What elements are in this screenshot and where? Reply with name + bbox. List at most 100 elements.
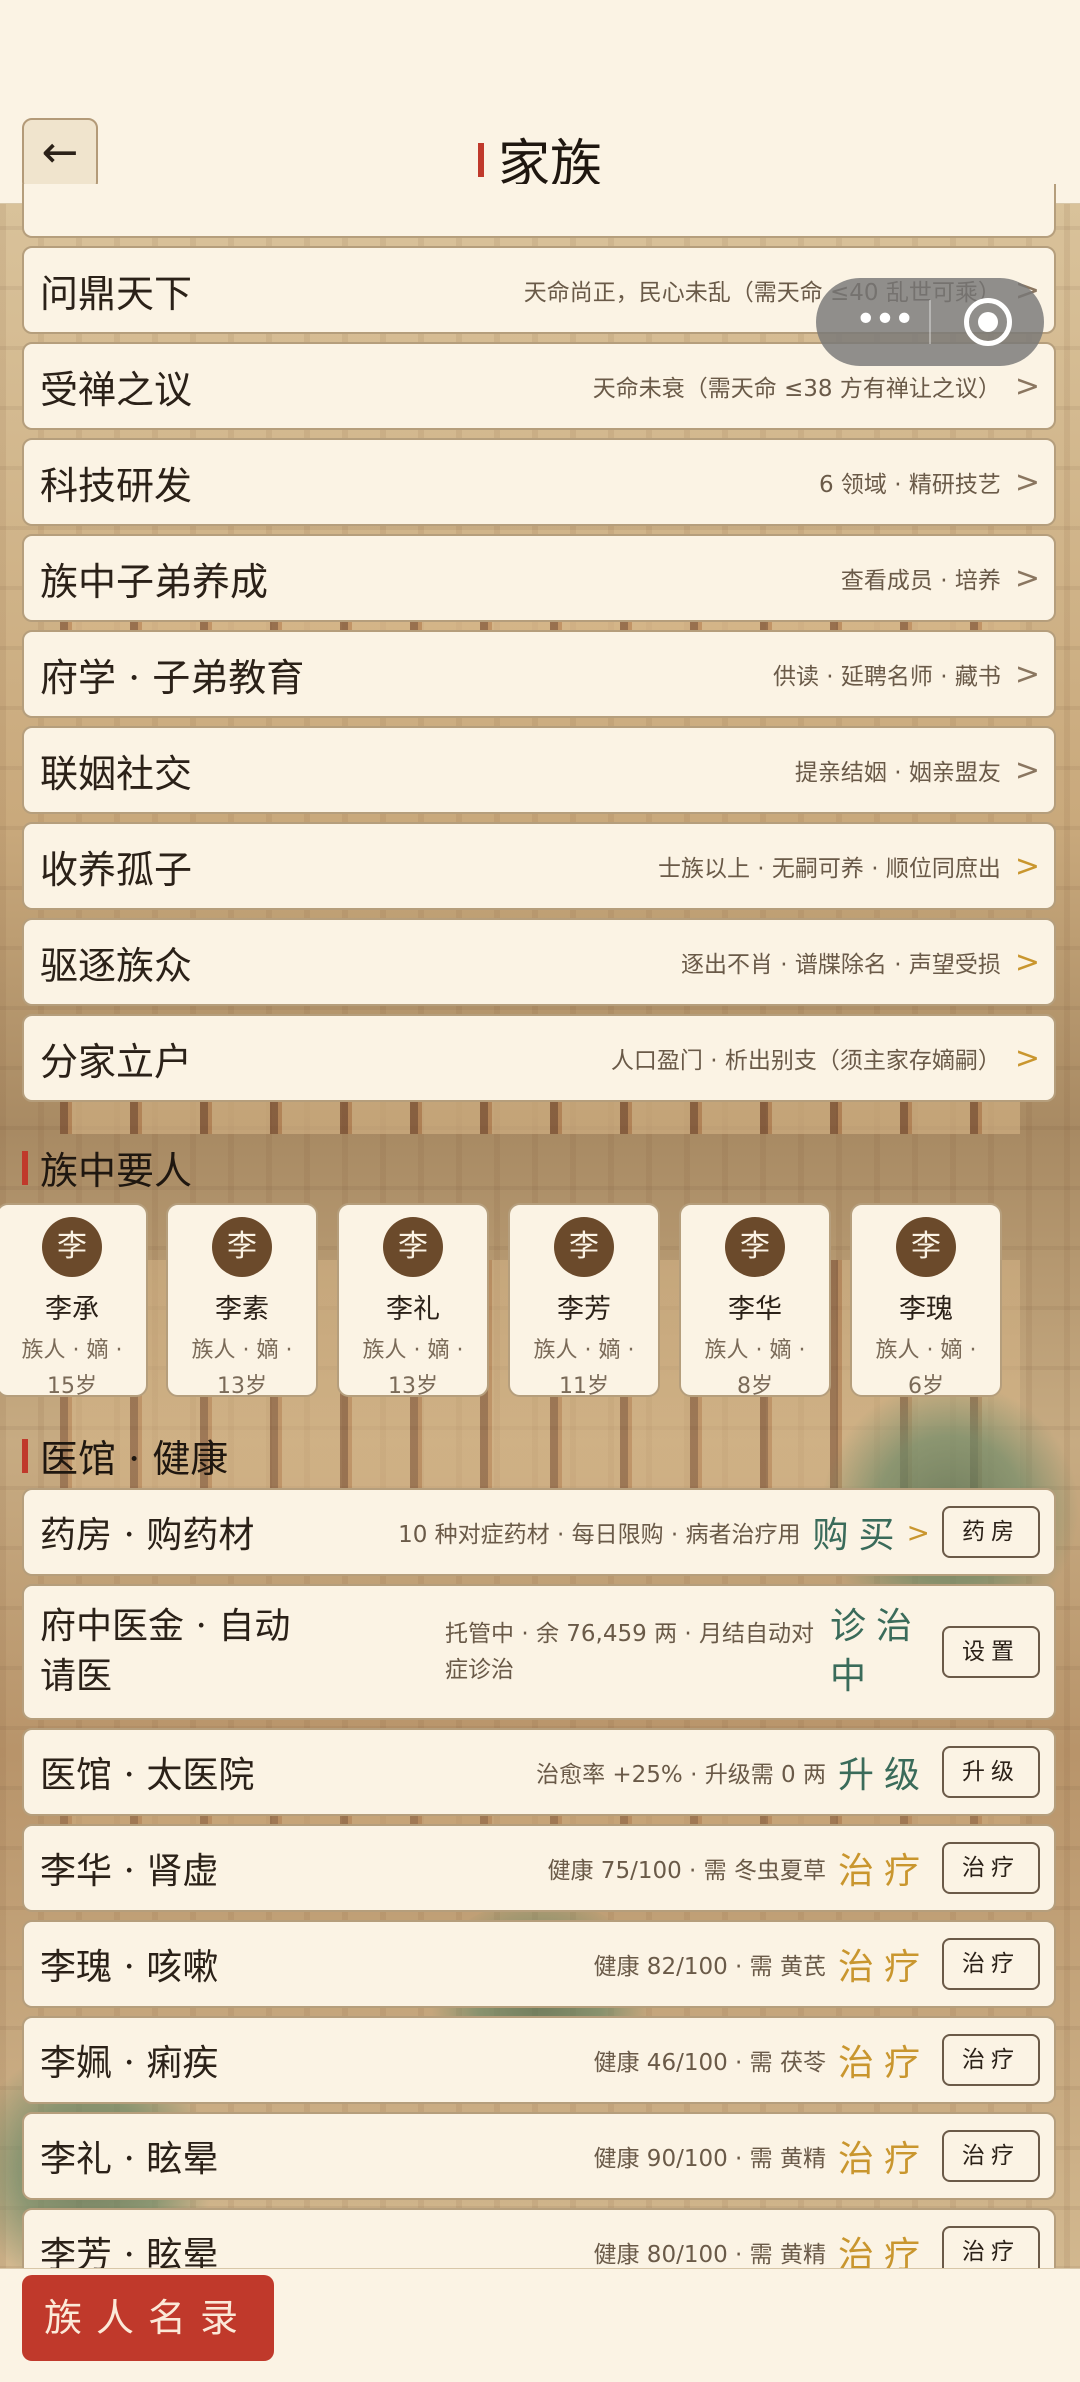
patient-row[interactable]: 李姵 · 痢疾 健康 46/100 · 需 茯苓 治疗 治疗 — [22, 2016, 1056, 2104]
member-age: 8岁 — [737, 1374, 773, 1397]
close-icon[interactable] — [964, 298, 1012, 346]
member-card[interactable]: 李李华族人 · 嫡 · 8岁 — [679, 1203, 831, 1397]
hospital-desc: 治愈率 +25% · 升级需 0 两 — [536, 1762, 826, 1788]
pharmacy-row[interactable]: 药房 · 购药材 10 种对症药材 · 每日限购 · 病者治疗用 购买 > 药房 — [22, 1488, 1056, 1576]
member-age: 15岁 — [47, 1374, 97, 1397]
member-card[interactable]: 李李素族人 · 嫡 · 13岁 — [166, 1203, 318, 1397]
treat-button[interactable]: 治疗 — [942, 1938, 1040, 1990]
treat-button[interactable]: 治疗 — [942, 1842, 1040, 1894]
member-name: 李芳 — [557, 1294, 611, 1325]
treat-button[interactable]: 治疗 — [942, 2034, 1040, 2086]
member-rank: 族人 · 嫡 · — [704, 1338, 806, 1363]
member-name: 李礼 — [386, 1294, 440, 1325]
menu-row-desc: 6 领域 · 精研技艺 — [818, 472, 1001, 498]
menu-row[interactable]: 联姻社交 提亲结姻 · 姻亲盟友 > — [22, 726, 1056, 814]
member-age: 13岁 — [217, 1374, 267, 1397]
member-name: 李素 — [215, 1294, 269, 1325]
roster-button[interactable]: 族人名录 — [22, 2275, 274, 2361]
medical-section-title: 医馆 · 健康 — [22, 1428, 228, 1483]
chevron-right-icon: > — [1014, 464, 1040, 500]
menu-row-name: 分家立户 — [40, 1039, 193, 1084]
miniprogram-capsule: ••• — [816, 278, 1044, 366]
menu-row-desc: 逐出不肖 · 谱牒除名 · 声望受损 — [680, 952, 1001, 978]
patient-desc: 健康 80/100 · 需 黄精 — [593, 2242, 826, 2268]
title-accent-bar — [477, 142, 484, 177]
menu-row[interactable]: 收养孤子 士族以上 · 无嗣可养 · 顺位同庶出 > — [22, 822, 1056, 910]
chevron-right-icon: > — [1014, 368, 1040, 404]
treat-button[interactable]: 治疗 — [942, 2130, 1040, 2182]
member-rank: 族人 · 嫡 · — [362, 1338, 464, 1363]
member-card[interactable]: 李李芳族人 · 嫡 · 11岁 — [508, 1203, 660, 1397]
menu-row-name: 族中子弟养成 — [40, 559, 269, 604]
doctor-name-line1: 府中医金 · 自动 — [40, 1606, 291, 1647]
menu-row-name: 府学 · 子弟教育 — [40, 655, 305, 700]
hospital-row[interactable]: 医馆 · 太医院 治愈率 +25% · 升级需 0 两 升级 升级 — [22, 1728, 1056, 1816]
chevron-right-icon: > — [1014, 656, 1040, 692]
chevron-right-icon: > — [1014, 560, 1040, 596]
patient-row[interactable]: 李瑰 · 咳嗽 健康 82/100 · 需 黄芪 治疗 治疗 — [22, 1920, 1056, 2008]
menu-row[interactable]: 驱逐族众 逐出不肖 · 谱牒除名 · 声望受损 > — [22, 918, 1056, 1006]
menu-row[interactable]: 科技研发 6 领域 · 精研技艺 > — [22, 438, 1056, 526]
avatar: 李 — [725, 1217, 785, 1277]
patient-name: 李瑰 · 咳嗽 — [40, 1947, 219, 1988]
menu-row-desc: 提亲结姻 · 姻亲盟友 — [794, 760, 1001, 786]
patient-desc: 健康 75/100 · 需 冬虫夏草 — [547, 1858, 826, 1884]
menu-row[interactable]: 府学 · 子弟教育 供读 · 延聘名师 · 藏书 > — [22, 630, 1056, 718]
patient-row[interactable]: 李礼 · 眩晕 健康 90/100 · 需 黄精 治疗 治疗 — [22, 2112, 1056, 2200]
menu-row-partial[interactable] — [22, 184, 1056, 238]
member-rank: 族人 · 嫡 · — [191, 1338, 293, 1363]
more-icon[interactable]: ••• — [844, 278, 924, 366]
treat-action[interactable]: 治疗 — [838, 2130, 930, 2182]
menu-row-name: 问鼎天下 — [40, 271, 193, 316]
upgrade-action[interactable]: 升级 — [838, 1746, 930, 1798]
patient-desc: 健康 46/100 · 需 茯苓 — [593, 2050, 826, 2076]
patient-name: 李华 · 肾虚 — [40, 1851, 219, 1892]
status-bar-area — [0, 0, 1080, 118]
member-rank: 族人 · 嫡 · — [875, 1338, 977, 1363]
menu-row-name: 科技研发 — [40, 463, 193, 508]
patient-row[interactable]: 李华 · 肾虚 健康 75/100 · 需 冬虫夏草 治疗 治疗 — [22, 1824, 1056, 1912]
doctor-status-line2: 中 — [830, 1656, 877, 1697]
hospital-upgrade-button[interactable]: 升级 — [942, 1746, 1040, 1798]
doctor-desc-line2: 症诊治 — [445, 1657, 515, 1683]
members-section-title: 族中要人 — [22, 1140, 192, 1195]
bottom-bar: 族人名录 — [0, 2268, 1080, 2382]
member-card[interactable]: 李李礼 族人 · 嫡 · 13岁 — [337, 1203, 489, 1397]
pharmacy-name: 药房 · 购药材 — [40, 1515, 255, 1556]
doctor-desc-line1: 托管中 · 余 76,459 两 · 月结自动对 — [445, 1621, 814, 1647]
member-name: 李瑰 — [899, 1294, 953, 1325]
patient-name: 李礼 · 眩晕 — [40, 2139, 219, 2180]
patient-desc: 健康 82/100 · 需 黄芪 — [593, 1954, 826, 1980]
menu-row-name: 驱逐族众 — [40, 943, 193, 988]
member-rank: 族人 · 嫡 · — [533, 1338, 635, 1363]
chevron-right-icon: > — [1014, 944, 1040, 980]
menu-row-name: 收养孤子 — [40, 847, 193, 892]
doctor-settings-button[interactable]: 设置 — [942, 1626, 1040, 1678]
member-name: 李承 — [45, 1294, 99, 1325]
menu-row-name: 联姻社交 — [40, 751, 193, 796]
menu-row[interactable]: 族中子弟养成 查看成员 · 培养 > — [22, 534, 1056, 622]
treat-action[interactable]: 治疗 — [838, 1842, 930, 1894]
member-age: 13岁 — [388, 1374, 438, 1397]
doctor-name-line2: 请医 — [40, 1656, 113, 1697]
menu-row-desc: 供读 · 延聘名师 · 藏书 — [772, 664, 1001, 690]
menu-row[interactable]: 分家立户 人口盈门 · 析出别支（须主家存嫡嗣） > — [22, 1014, 1056, 1102]
avatar: 李 — [896, 1217, 956, 1277]
buy-action[interactable]: 购买 — [813, 1506, 905, 1558]
menu-row-name: 受禅之议 — [40, 367, 193, 412]
patient-name: 李姵 · 痢疾 — [40, 2043, 219, 2084]
avatar: 李 — [212, 1217, 272, 1277]
member-card[interactable]: 李李瑰 族人 · 嫡 · 6岁 — [850, 1203, 1002, 1397]
avatar: 李 — [554, 1217, 614, 1277]
treat-action[interactable]: 治疗 — [838, 2034, 930, 2086]
member-age: 11岁 — [559, 1374, 609, 1397]
menu-row-desc: 天命未衰（需天命 ≤38 方有禅让之议） — [592, 376, 1001, 402]
chevron-right-icon: > — [1014, 1040, 1040, 1076]
member-card[interactable]: 李李承 族人 · 嫡 · 15岁 — [0, 1203, 148, 1397]
treat-action[interactable]: 治疗 — [838, 1938, 930, 1990]
member-name: 李华 — [728, 1294, 782, 1325]
doctor-row[interactable]: 府中医金 · 自动 请医 托管中 · 余 76,459 两 · 月结自动对 症诊… — [22, 1584, 1056, 1720]
chevron-right-icon: > — [906, 1515, 930, 1549]
pharmacy-button[interactable]: 药房 — [942, 1506, 1040, 1558]
menu-row-desc: 查看成员 · 培养 — [840, 568, 1001, 594]
